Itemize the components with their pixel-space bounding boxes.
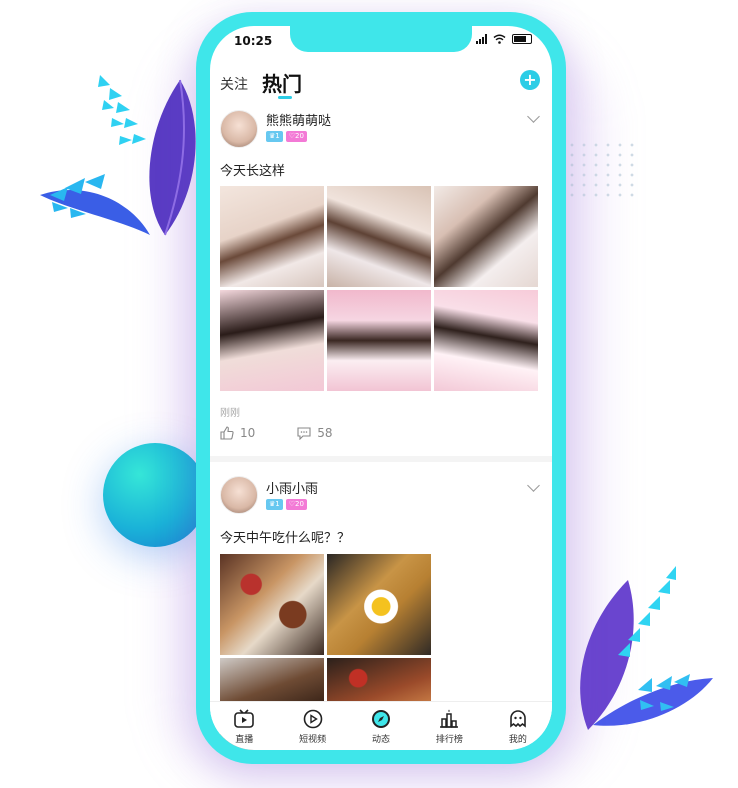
post-photo[interactable] [434, 186, 538, 287]
nav-item-moments[interactable]: 动态 [347, 702, 415, 750]
post-photo-grid [220, 186, 538, 391]
post-time: 刚刚 [220, 408, 240, 419]
post-text: 今天中午吃什么呢？？ [220, 531, 351, 546]
post-photo[interactable] [220, 290, 324, 391]
user-badges: ♛1 ♡20 [266, 499, 307, 510]
decorative-sphere [103, 443, 207, 547]
post-photo[interactable] [327, 186, 431, 287]
post-text: 今天长这样 [220, 164, 286, 179]
nav-label: 短视频 [299, 735, 327, 745]
post-actions: 10 58 [220, 426, 333, 440]
comment-count: 58 [317, 426, 333, 440]
comment-icon[interactable] [297, 426, 311, 440]
post-photo[interactable] [327, 290, 431, 391]
status-bar: 10:25 [210, 34, 552, 54]
compass-icon [372, 710, 391, 728]
nav-label: 动态 [372, 735, 391, 745]
tab-hot[interactable]: 热门 [262, 68, 302, 97]
nav-item-profile[interactable]: 我的 [484, 702, 552, 750]
chevron-down-icon[interactable] [527, 479, 540, 492]
active-tab-indicator [278, 96, 292, 99]
play-circle-icon [303, 709, 322, 729]
tab-follow[interactable]: 关注 [220, 74, 248, 94]
fans-badge: ♡20 [285, 131, 307, 142]
status-icons [476, 34, 532, 44]
tv-icon [234, 709, 255, 728]
signal-icon [476, 34, 487, 44]
post-divider [210, 456, 552, 462]
top-tabs: 关注 热门 + [210, 66, 552, 106]
status-time: 10:25 [234, 34, 273, 48]
avatar[interactable] [220, 110, 258, 148]
nav-label: 排行榜 [435, 735, 463, 745]
ranking-icon [440, 709, 459, 728]
leaf-illustration-right [580, 566, 713, 730]
level-badge: ♛1 [266, 131, 283, 142]
like-icon[interactable] [220, 426, 234, 440]
plus-icon[interactable]: + [520, 70, 540, 90]
decorative-dots [566, 140, 636, 200]
nav-item-short-video[interactable]: 短视频 [278, 702, 346, 750]
phone-frame: 10:25 关注 热门 + 熊熊萌萌哒 ♛1 ♡20 今天长这样 刚刚 10 5… [196, 12, 566, 764]
fans-badge: ♡20 [285, 499, 307, 510]
nav-label: 直播 [235, 735, 254, 745]
bottom-nav: 直播 短视频 动态 排行榜 我的 [210, 701, 552, 750]
post-username[interactable]: 熊熊萌萌哒 [266, 110, 331, 129]
chevron-down-icon[interactable] [527, 110, 540, 123]
level-badge: ♛1 [266, 499, 283, 510]
nav-item-live[interactable]: 直播 [210, 702, 278, 750]
post-photo[interactable] [220, 186, 324, 287]
post-photo[interactable] [434, 290, 538, 391]
app-screen: 10:25 关注 热门 + 熊熊萌萌哒 ♛1 ♡20 今天长这样 刚刚 10 5… [210, 26, 552, 750]
post-username[interactable]: 小雨小雨 [266, 478, 318, 497]
avatar[interactable] [220, 476, 258, 514]
nav-label: 我的 [508, 735, 527, 745]
profile-icon [510, 710, 526, 728]
battery-icon [512, 34, 532, 44]
like-count: 10 [240, 426, 256, 440]
nav-item-ranking[interactable]: 排行榜 [415, 702, 483, 750]
leaf-illustration-left [40, 75, 196, 236]
user-badges: ♛1 ♡20 [266, 131, 307, 142]
post-photo[interactable] [327, 554, 431, 655]
wifi-icon [493, 34, 506, 44]
post-photo[interactable] [220, 554, 324, 655]
